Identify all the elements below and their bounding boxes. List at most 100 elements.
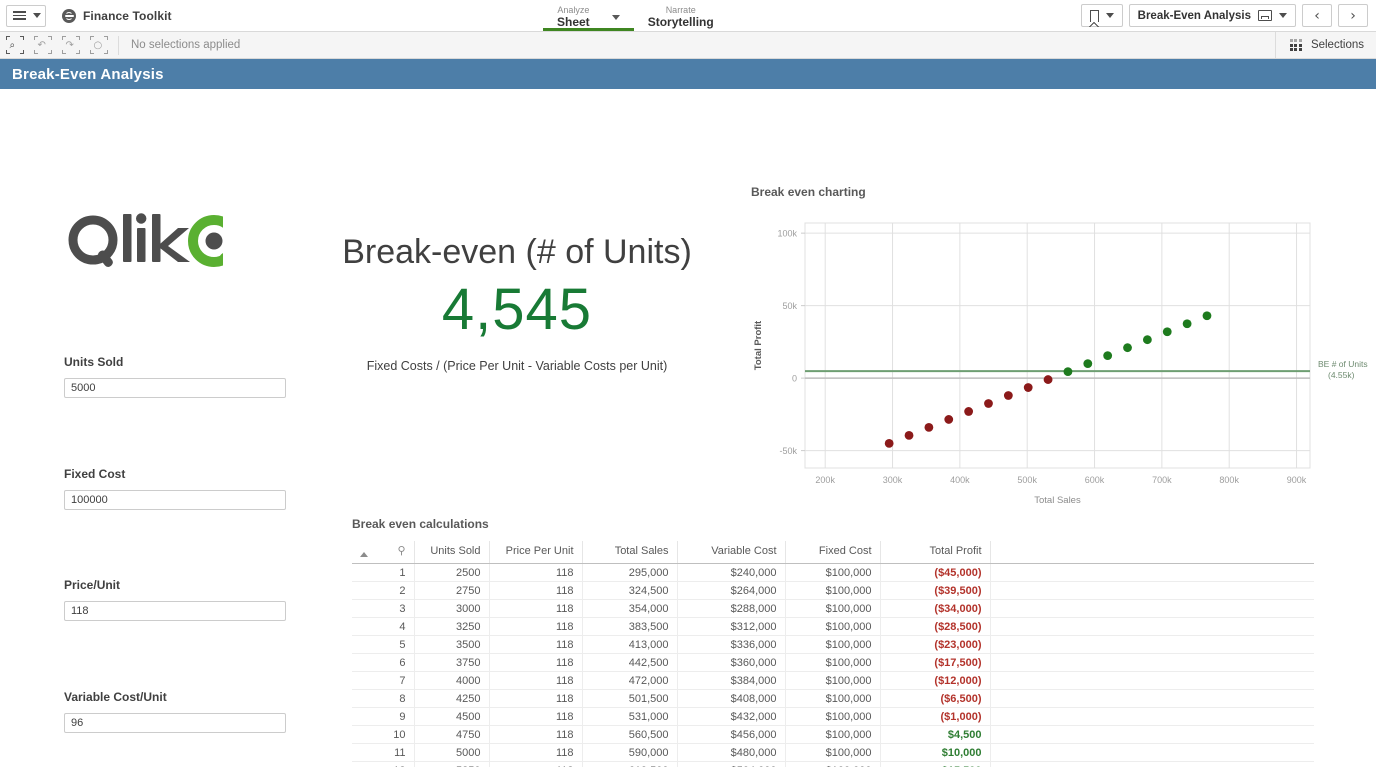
cell-units-sold[interactable]: 2750: [414, 581, 490, 600]
sort-ascending-icon[interactable]: [360, 552, 368, 557]
table-header-total-sales[interactable]: Total Sales: [582, 541, 678, 564]
table-row[interactable]: 1 2500 118 295,000 $240,000 $100,000 ($45,000): [352, 563, 1314, 582]
cell-price-per-unit[interactable]: 118: [489, 743, 583, 762]
cell-units-sold[interactable]: 3000: [414, 599, 490, 618]
variable-cost-per-unit-input[interactable]: [64, 713, 286, 733]
bookmarks-button[interactable]: [1080, 4, 1123, 27]
cell-filler[interactable]: [990, 689, 1314, 708]
cell-filler[interactable]: [990, 635, 1314, 654]
cell-fixed-cost[interactable]: $100,000: [785, 581, 881, 600]
cell-fixed-cost[interactable]: $100,000: [785, 635, 881, 654]
cell-fixed-cost[interactable]: $100,000: [785, 599, 881, 618]
cell-index[interactable]: 6: [352, 653, 415, 672]
cell-price-per-unit[interactable]: 118: [489, 689, 583, 708]
tab-narrate-storytelling[interactable]: Narrate Storytelling: [634, 0, 728, 31]
scatter-point[interactable]: [1142, 335, 1152, 345]
table-header-index[interactable]: ⚲: [352, 541, 415, 564]
step-forward-tool[interactable]: ↷: [62, 36, 80, 54]
scatter-point[interactable]: [1182, 319, 1192, 329]
cell-total-profit[interactable]: ($34,000): [880, 599, 991, 618]
cell-total-sales[interactable]: 531,000: [582, 707, 678, 726]
previous-sheet-button[interactable]: ‹: [1302, 4, 1332, 27]
scatter-point[interactable]: [1083, 359, 1093, 369]
cell-total-sales[interactable]: 324,500: [582, 581, 678, 600]
cell-fixed-cost[interactable]: $100,000: [785, 563, 881, 582]
next-sheet-button[interactable]: ›: [1338, 4, 1368, 27]
cell-total-profit[interactable]: ($39,500): [880, 581, 991, 600]
cell-total-profit[interactable]: ($45,000): [880, 563, 991, 582]
cell-total-sales[interactable]: 590,000: [582, 743, 678, 762]
scatter-point[interactable]: [944, 415, 954, 424]
cell-fixed-cost[interactable]: $100,000: [785, 707, 881, 726]
scatter-point[interactable]: [1063, 367, 1073, 376]
cell-index[interactable]: 5: [352, 635, 415, 654]
cell-fixed-cost[interactable]: $100,000: [785, 725, 881, 744]
cell-total-profit[interactable]: ($12,000): [880, 671, 991, 690]
scatter-point[interactable]: [904, 430, 914, 440]
scatter-point[interactable]: [1003, 391, 1013, 400]
cell-index[interactable]: 1: [352, 563, 415, 582]
cell-variable-cost[interactable]: $384,000: [677, 671, 786, 690]
cell-total-sales[interactable]: 295,000: [582, 563, 678, 582]
cell-price-per-unit[interactable]: 118: [489, 581, 583, 600]
cell-fixed-cost[interactable]: $100,000: [785, 653, 881, 672]
scatter-point[interactable]: [1043, 375, 1053, 384]
table-header-variable-cost[interactable]: Variable Cost: [677, 541, 786, 564]
cell-units-sold[interactable]: 4250: [414, 689, 490, 708]
cell-total-sales[interactable]: 413,000: [582, 635, 678, 654]
break-even-table[interactable]: Break even calculations ⚲ Units Sold Pri…: [352, 517, 1314, 767]
units-sold-input[interactable]: [64, 378, 286, 398]
cell-index[interactable]: 3: [352, 599, 415, 618]
tab-analyze-sheet[interactable]: Analyze Sheet: [543, 0, 634, 31]
cell-variable-cost[interactable]: $456,000: [677, 725, 786, 744]
table-header-units-sold[interactable]: Units Sold: [414, 541, 490, 564]
cell-units-sold[interactable]: 3750: [414, 653, 490, 672]
scatter-point[interactable]: [924, 423, 934, 432]
scatter-point[interactable]: [964, 407, 974, 416]
cell-variable-cost[interactable]: $240,000: [677, 563, 786, 582]
cell-variable-cost[interactable]: $336,000: [677, 635, 786, 654]
cell-filler[interactable]: [990, 617, 1314, 636]
cell-price-per-unit[interactable]: 118: [489, 617, 583, 636]
cell-total-profit[interactable]: $15,500: [880, 761, 991, 767]
cell-variable-cost[interactable]: $432,000: [677, 707, 786, 726]
selection-search-tool[interactable]: ⌕: [6, 36, 24, 54]
table-row[interactable]: 5 3500 118 413,000 $336,000 $100,000 ($23,000): [352, 635, 1314, 654]
cell-index[interactable]: 9: [352, 707, 415, 726]
cell-units-sold[interactable]: 4500: [414, 707, 490, 726]
table-row[interactable]: 4 3250 118 383,500 $312,000 $100,000 ($28,500): [352, 617, 1314, 636]
cell-total-sales[interactable]: 501,500: [582, 689, 678, 708]
cell-total-profit[interactable]: ($23,000): [880, 635, 991, 654]
cell-total-sales[interactable]: 560,500: [582, 725, 678, 744]
cell-variable-cost[interactable]: $408,000: [677, 689, 786, 708]
cell-filler[interactable]: [990, 743, 1314, 762]
cell-filler[interactable]: [990, 725, 1314, 744]
cell-filler[interactable]: [990, 653, 1314, 672]
scatter-point[interactable]: [1023, 383, 1033, 392]
cell-total-profit[interactable]: ($28,500): [880, 617, 991, 636]
cell-units-sold[interactable]: 4000: [414, 671, 490, 690]
cell-index[interactable]: 7: [352, 671, 415, 690]
clear-selections-tool[interactable]: ○: [90, 36, 108, 54]
cell-units-sold[interactable]: 5000: [414, 743, 490, 762]
cell-price-per-unit[interactable]: 118: [489, 671, 583, 690]
cell-fixed-cost[interactable]: $100,000: [785, 743, 881, 762]
cell-units-sold[interactable]: 3250: [414, 617, 490, 636]
scatter-point[interactable]: [1162, 327, 1172, 337]
cell-units-sold[interactable]: 3500: [414, 635, 490, 654]
cell-variable-cost[interactable]: $360,000: [677, 653, 786, 672]
scatter-point[interactable]: [1103, 351, 1113, 361]
table-header-price-per-unit[interactable]: Price Per Unit: [489, 541, 583, 564]
cell-total-profit[interactable]: $4,500: [880, 725, 991, 744]
cell-total-sales[interactable]: 354,000: [582, 599, 678, 618]
cell-filler[interactable]: [990, 599, 1314, 618]
scatter-point[interactable]: [1202, 311, 1212, 321]
cell-fixed-cost[interactable]: $100,000: [785, 671, 881, 690]
scatter-point[interactable]: [1123, 343, 1132, 353]
cell-total-profit[interactable]: ($17,500): [880, 653, 991, 672]
cell-index[interactable]: 2: [352, 581, 415, 600]
cell-total-sales[interactable]: 619,500: [582, 761, 678, 767]
main-menu-button[interactable]: [6, 4, 46, 27]
table-row[interactable]: 125250118619,500$504,000$100,000$15,500: [352, 761, 1314, 767]
cell-total-profit[interactable]: $10,000: [880, 743, 991, 762]
